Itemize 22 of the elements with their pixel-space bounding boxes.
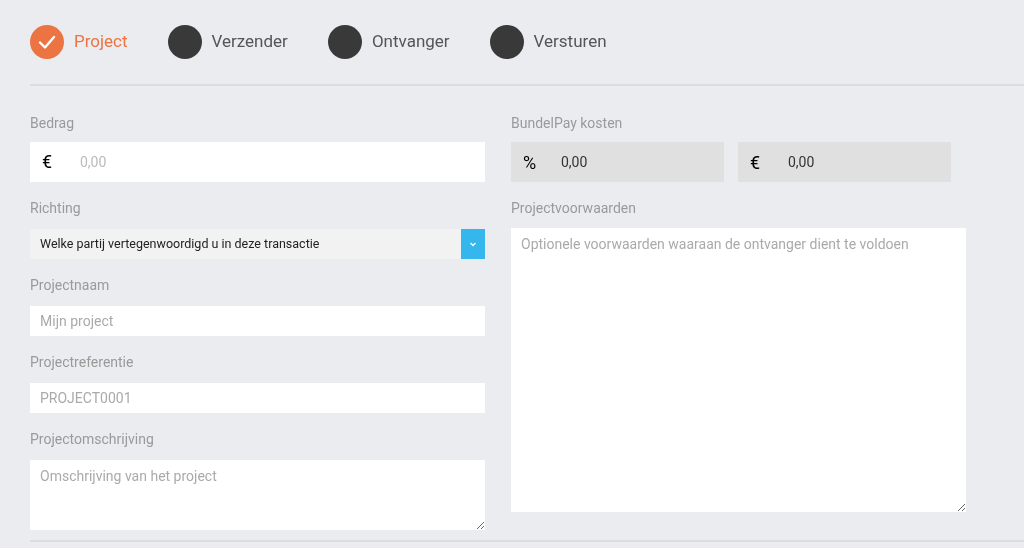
field-label: Projectreferentie: [30, 354, 134, 370]
currency-symbol: €: [42, 151, 53, 173]
fee-value: 0,00: [561, 152, 588, 172]
input-field[interactable]: Mijn project: [30, 306, 485, 336]
step-label[interactable]: Verzender: [211, 29, 288, 55]
direction-select[interactable]: Welke partij vertegenwoordigd u in deze transactie: [30, 229, 485, 259]
step-label[interactable]: Ontvanger: [371, 29, 450, 55]
field-label: BundelPay kosten: [511, 114, 623, 132]
field-label: Richting: [30, 200, 81, 216]
step-label[interactable]: Versturen: [533, 29, 607, 55]
description-field[interactable]: Omschrijving van het project: [30, 460, 485, 530]
field-label: Projectvoorwaarden: [511, 200, 637, 216]
unit-symbol: €: [750, 150, 762, 175]
field-label: Bedrag: [30, 114, 74, 132]
field-label: Projectnaam: [30, 277, 110, 293]
terms-field[interactable]: Optionele voorwaarden waaraan de ontvanger dient te voldoen: [511, 228, 966, 512]
fee-value: 0,00: [788, 152, 815, 172]
select-value: Welke partij vertegenwoordigd u in deze transactie: [39, 234, 321, 253]
field-label: Projectomschrijving: [30, 431, 154, 447]
chevron-down-icon[interactable]: [461, 229, 485, 259]
unit-symbol: %: [523, 150, 538, 175]
input-field[interactable]: PROJECT0001: [30, 383, 485, 413]
